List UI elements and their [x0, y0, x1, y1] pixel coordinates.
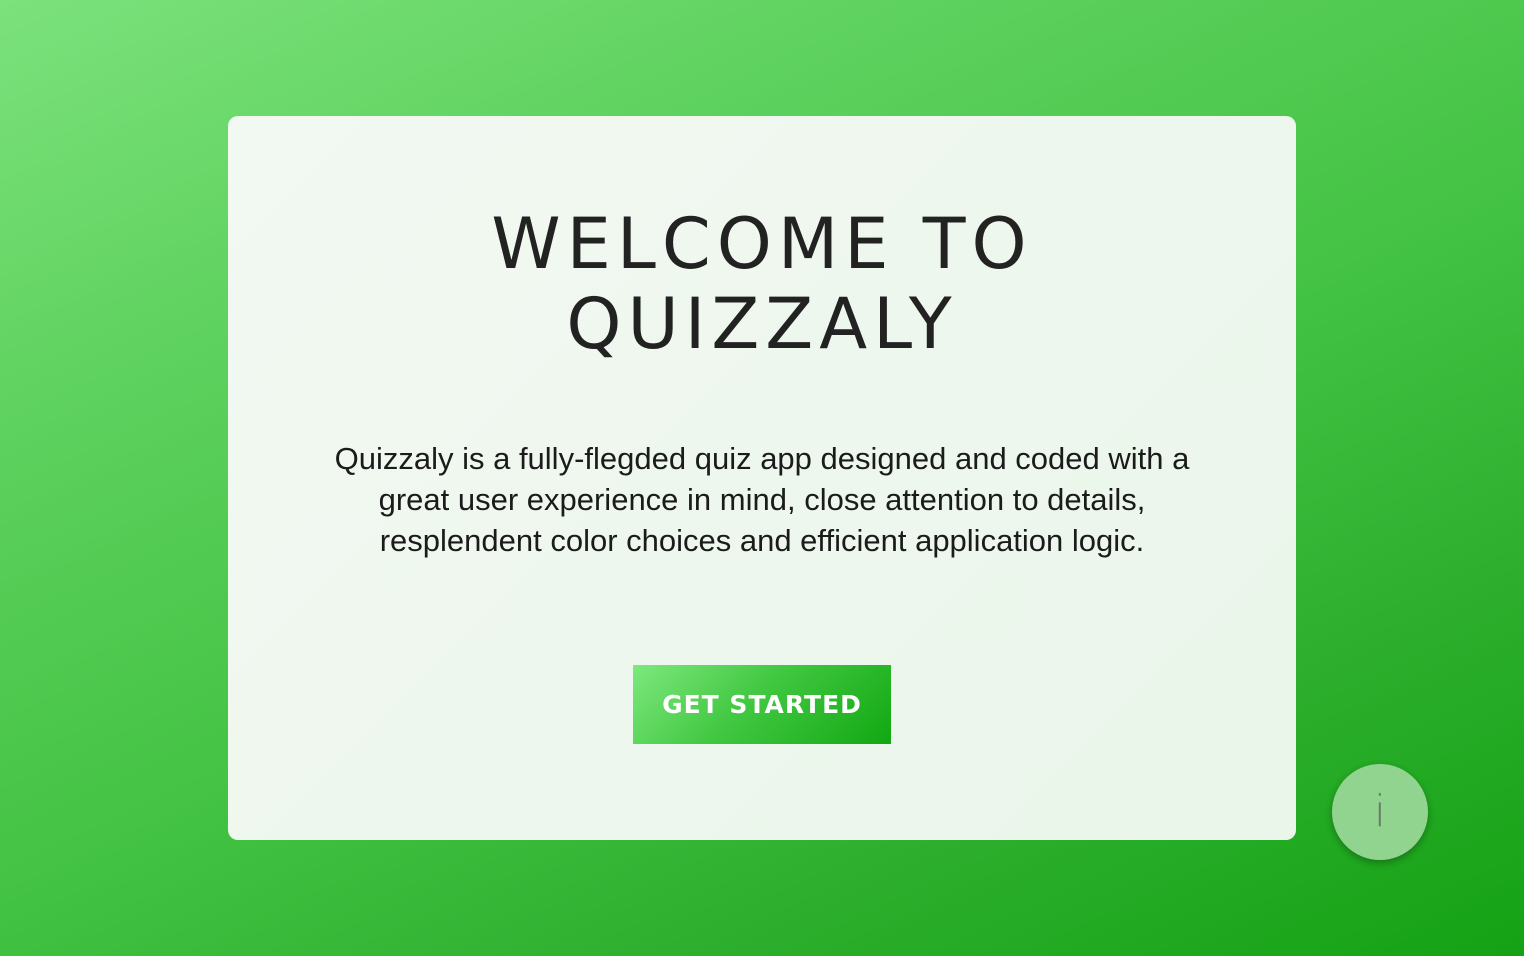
app-description: Quizzaly is a fully-flegded quiz app des…	[334, 441, 1190, 558]
title-line-2: QUIZZALY	[566, 283, 958, 365]
welcome-card: WELCOME TO QUIZZALY Quizzaly is a fully-…	[228, 116, 1296, 840]
get-started-button[interactable]: GET STARTED	[633, 665, 891, 744]
title-line-1: WELCOME TO	[491, 203, 1033, 285]
info-icon: i	[1373, 786, 1387, 837]
info-button[interactable]: i	[1332, 764, 1428, 860]
page-title: WELCOME TO QUIZZALY	[228, 204, 1296, 364]
